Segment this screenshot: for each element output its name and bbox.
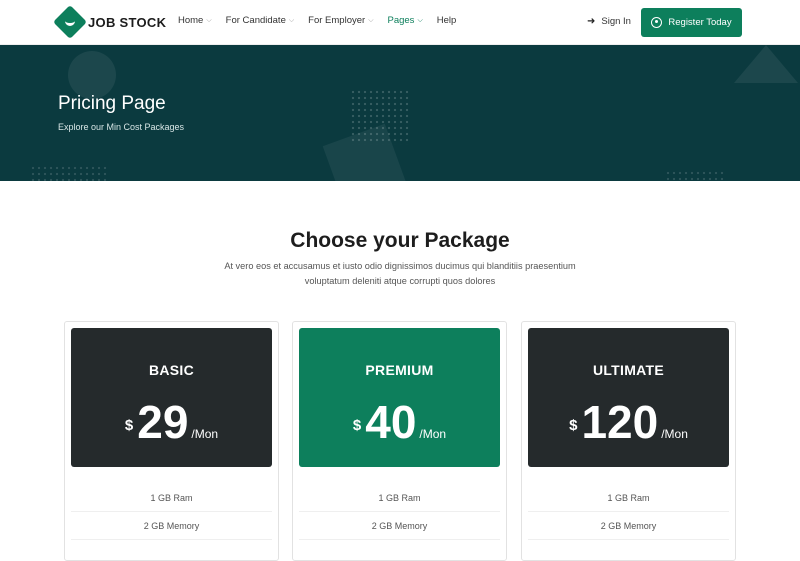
site-header: JOB STOCK Home ⌵ For Candidate ⌵ For Emp… — [0, 0, 800, 45]
chevron-down-icon: ⌵ — [288, 16, 295, 24]
page-subtitle: Explore our Min Cost Packages — [58, 122, 185, 132]
plan-price: $ 29 /Mon — [71, 392, 272, 452]
nav-item-label: For Candidate — [225, 15, 286, 26]
decorative-dots — [30, 165, 110, 181]
decorative-dots — [665, 170, 725, 181]
nav-item-label: Home — [178, 15, 204, 26]
register-label: Register Today — [668, 17, 732, 28]
price-period: /Mon — [191, 427, 219, 441]
feature-item: 1 GB Ram — [71, 484, 272, 512]
decorative-circle — [68, 51, 116, 99]
section-description: At vero eos et accusamus et iusto odio d… — [224, 261, 576, 286]
price-amount: 120 — [581, 396, 659, 448]
decorative-triangle — [734, 45, 798, 83]
page-title: Pricing Page — [58, 93, 166, 114]
price-amount: 40 — [365, 396, 417, 448]
price-currency: $ — [352, 416, 362, 434]
logo[interactable]: JOB STOCK — [53, 5, 167, 39]
logo-text: JOB STOCK — [88, 14, 167, 30]
pricing-card-premium: PREMIUM $ 40 /Mon 1 GB Ram 2 GB Memory — [292, 321, 507, 561]
sign-in-link[interactable]: ➜ Sign In — [587, 16, 631, 27]
pricing-card-ultimate: ULTIMATE $ 120 /Mon 1 GB Ram 2 GB Memory — [521, 321, 736, 561]
pricing-card-header: PREMIUM $ 40 /Mon — [299, 328, 500, 467]
page-hero: Pricing Page Explore our Min Cost Packag… — [0, 45, 800, 181]
nav-item-label: Pages — [387, 15, 415, 26]
feature-list: 1 GB Ram 2 GB Memory — [528, 484, 729, 540]
briefcase-diamond-icon — [53, 5, 87, 39]
plan-name: PREMIUM — [365, 362, 434, 378]
price-period: /Mon — [419, 427, 447, 441]
plan-price: $ 40 /Mon — [299, 392, 500, 452]
plan-price: $ 120 /Mon — [528, 392, 729, 452]
sign-in-label: Sign In — [601, 16, 631, 27]
feature-item: 2 GB Memory — [528, 512, 729, 540]
price-amount: 29 — [137, 396, 189, 448]
price-period: /Mon — [661, 427, 688, 441]
pricing-card-basic: BASIC $ 29 /Mon 1 GB Ram 2 GB Memory — [64, 321, 279, 561]
price-currency: $ — [124, 416, 134, 434]
nav-item-for-employer[interactable]: For Employer ⌵ — [308, 15, 373, 26]
nav-item-label: Help — [436, 15, 457, 26]
feature-item: 2 GB Memory — [71, 512, 272, 540]
plan-name: BASIC — [148, 362, 195, 378]
price-currency: $ — [569, 416, 578, 434]
nav-item-label: For Employer — [308, 15, 366, 26]
feature-list: 1 GB Ram 2 GB Memory — [71, 484, 272, 540]
pricing-card-header: ULTIMATE $ 120 /Mon — [528, 328, 729, 467]
feature-item: 1 GB Ram — [528, 484, 729, 512]
nav-item-pages[interactable]: Pages ⌵ — [388, 15, 423, 26]
register-button[interactable]: Register Today — [641, 8, 742, 37]
section-title: Choose your Package — [290, 229, 510, 252]
pricing-card-header: BASIC $ 29 /Mon — [71, 328, 272, 467]
user-circle-icon — [651, 17, 663, 28]
main-nav: Home ⌵ For Candidate ⌵ For Employer ⌵ Pa… — [178, 15, 456, 26]
chevron-down-icon: ⌵ — [368, 16, 374, 24]
chevron-down-icon: ⌵ — [206, 16, 212, 24]
nav-item-for-candidate[interactable]: For Candidate ⌵ — [226, 15, 295, 26]
nav-item-home[interactable]: Home ⌵ — [178, 15, 212, 26]
feature-list: 1 GB Ram 2 GB Memory — [299, 484, 500, 540]
feature-item: 2 GB Memory — [299, 512, 500, 540]
nav-item-help[interactable]: Help — [437, 15, 457, 26]
feature-item: 1 GB Ram — [299, 484, 500, 512]
sign-in-icon: ➜ — [587, 16, 596, 27]
plan-name: ULTIMATE — [592, 362, 665, 378]
chevron-down-icon: ⌵ — [417, 16, 423, 24]
